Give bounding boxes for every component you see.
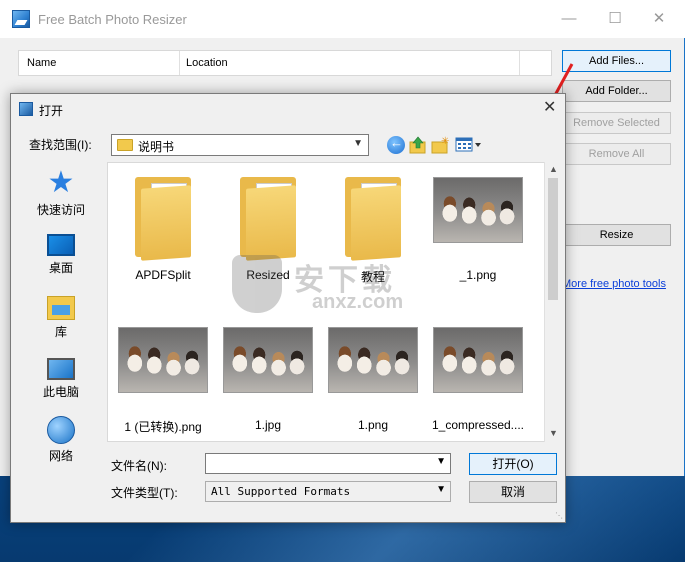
shield-icon xyxy=(232,255,282,313)
window-title: Free Batch Photo Resizer xyxy=(38,12,187,27)
look-in-combo[interactable]: 说明书 ▼ xyxy=(111,134,369,156)
back-icon[interactable] xyxy=(387,135,405,154)
column-name[interactable]: Name xyxy=(27,57,56,69)
folder-icon xyxy=(345,177,405,261)
close-icon[interactable]: ✕ xyxy=(636,8,682,30)
file-name: 1_compressed.... xyxy=(431,418,525,432)
chevron-down-icon: ▼ xyxy=(436,484,446,495)
watermark-url: anxz.com xyxy=(312,291,404,313)
file-name: APDFSplit xyxy=(135,268,191,282)
file-name-input[interactable]: ▼ xyxy=(205,453,451,474)
star-icon xyxy=(46,168,76,198)
image-thumbnail xyxy=(433,327,523,393)
look-in-label: 查找范围(I): xyxy=(29,138,92,152)
column-location[interactable]: Location xyxy=(186,57,228,69)
image-thumbnail xyxy=(223,327,313,393)
dialog-close-icon[interactable]: ✕ xyxy=(543,97,556,117)
maximize-icon[interactable]: ☐ xyxy=(592,8,638,30)
place-label: 网络 xyxy=(48,449,73,463)
new-folder-icon[interactable]: ✳ xyxy=(431,136,449,154)
resize-button[interactable]: Resize xyxy=(562,224,671,246)
minimize-icon[interactable]: — xyxy=(546,8,592,30)
file-name: 1 (已转换).png xyxy=(124,420,202,434)
vertical-scrollbar[interactable]: ▲ ▼ xyxy=(544,162,561,442)
column-divider[interactable] xyxy=(179,51,180,75)
places-bar: 快速访问 桌面 库 此电脑 网络 xyxy=(11,162,107,522)
computer-icon xyxy=(47,358,75,380)
watermark-logo: 安下载 anxz.com xyxy=(232,255,452,315)
place-this-pc[interactable]: 此电脑 xyxy=(17,354,105,400)
file-name: 1.png xyxy=(357,418,389,432)
desktop-icon xyxy=(47,234,75,256)
place-label: 快速访问 xyxy=(36,203,85,217)
chevron-down-icon: ▼ xyxy=(353,138,363,149)
scrollbar-thumb[interactable] xyxy=(548,178,558,300)
place-desktop[interactable]: 桌面 xyxy=(17,230,105,276)
resize-grip-icon[interactable]: ⋱ xyxy=(555,511,563,520)
scroll-down-icon[interactable]: ▼ xyxy=(549,428,558,438)
file-name-label: 文件名(N): xyxy=(111,459,167,473)
place-library[interactable]: 库 xyxy=(17,292,105,340)
image-thumbnail xyxy=(118,327,208,393)
open-button[interactable]: 打开(O) xyxy=(469,453,557,475)
folder-icon xyxy=(135,177,195,261)
library-icon xyxy=(47,296,75,320)
file-list-header: Name Location xyxy=(18,50,552,76)
place-quick-access[interactable]: 快速访问 xyxy=(17,168,105,218)
up-folder-icon[interactable] xyxy=(409,136,427,154)
main-titlebar: Free Batch Photo Resizer — ☐ ✕ xyxy=(0,0,685,38)
folder-icon xyxy=(240,177,300,261)
image-thumbnail xyxy=(328,327,418,393)
folder-icon xyxy=(117,139,133,151)
look-in-value: 说明书 xyxy=(138,140,175,154)
app-icon xyxy=(12,10,30,28)
dialog-title: 打开 xyxy=(39,104,64,118)
place-label: 库 xyxy=(54,325,67,339)
file-type-label: 文件类型(T): xyxy=(111,486,178,500)
place-label: 桌面 xyxy=(48,261,73,275)
more-tools-link[interactable]: More free photo tools xyxy=(562,278,666,290)
file-type-value: All Supported Formats xyxy=(211,485,351,498)
file-name: 1.jpg xyxy=(254,418,282,432)
scroll-up-icon[interactable]: ▲ xyxy=(549,164,558,174)
cancel-button[interactable]: 取消 xyxy=(469,481,557,503)
network-icon xyxy=(47,416,75,444)
chevron-down-icon[interactable]: ▼ xyxy=(436,456,446,467)
file-type-select[interactable]: All Supported Formats ▼ xyxy=(205,481,451,502)
svg-text:✳: ✳ xyxy=(441,136,449,147)
dialog-icon xyxy=(19,102,33,116)
view-menu-icon[interactable] xyxy=(455,136,483,154)
image-thumbnail xyxy=(433,177,523,243)
place-network[interactable]: 网络 xyxy=(17,416,105,464)
place-label: 此电脑 xyxy=(42,385,79,399)
